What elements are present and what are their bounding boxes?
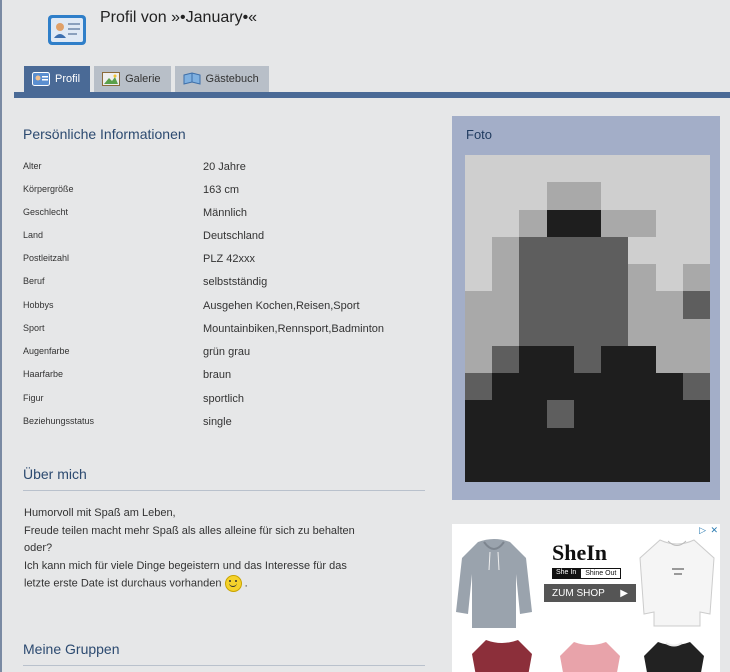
info-row: Geschlecht Männlich xyxy=(23,207,443,227)
guestbook-icon xyxy=(183,72,201,85)
close-icon[interactable]: ✕ xyxy=(710,525,718,536)
section-title-about: Über mich xyxy=(23,466,87,482)
profile-card-icon xyxy=(48,15,86,45)
tab-label: Gästebuch xyxy=(205,73,259,85)
info-value: 20 Jahre xyxy=(203,161,246,173)
info-value: Deutschland xyxy=(203,230,265,242)
photo-panel: Foto xyxy=(452,116,720,500)
info-value: Mountainbiken,Rennsport,Badminton xyxy=(203,323,385,335)
info-label: Geschlecht xyxy=(23,207,69,217)
about-line: Freude teilen macht mehr Spaß als alles … xyxy=(24,524,355,537)
shop-button-label: ZUM SHOP xyxy=(552,587,605,599)
about-line: Ich kann mich für viele Dinge begeistern… xyxy=(24,559,347,572)
info-label: Beziehungsstatus xyxy=(23,416,95,426)
page-left-border xyxy=(0,0,2,672)
sweater-black-image xyxy=(644,642,704,672)
photo-title: Foto xyxy=(466,127,493,142)
about-line: oder? xyxy=(24,542,53,554)
about-line: letzte erste Date ist durchaus vorhanden xyxy=(24,577,222,590)
tab-label: Profil xyxy=(55,73,81,85)
page-title: Profil von »•January•« xyxy=(100,9,258,26)
info-row: Postleitzahl PLZ 42xxx xyxy=(23,253,443,273)
sweater-white-image xyxy=(639,539,715,627)
info-label: Beruf xyxy=(23,276,45,286)
info-row: Haarfarbe braun xyxy=(23,369,443,389)
profile-photo-pixelated[interactable] xyxy=(465,155,710,482)
about-line: Humorvoll mit Spaß am Leben, xyxy=(24,507,176,519)
info-value: grün grau xyxy=(203,346,251,358)
info-label: Figur xyxy=(23,393,44,403)
info-row: Alter 20 Jahre xyxy=(23,161,443,181)
info-row: Augenfarbe grün grau xyxy=(23,346,443,366)
tagline-left: She In xyxy=(552,568,581,579)
gallery-icon xyxy=(102,72,121,86)
info-row: Sport Mountainbiken,Rennsport,Badminton xyxy=(23,323,443,343)
profile-icon xyxy=(32,72,50,86)
ad-choices-icon[interactable]: ▷ xyxy=(699,525,706,536)
info-value: braun xyxy=(203,369,232,381)
info-value: Ausgehen Kochen,Reisen,Sport xyxy=(203,300,360,312)
info-label: Sport xyxy=(23,323,45,333)
section-divider xyxy=(23,490,425,491)
tab-gaestebuch[interactable]: Gästebuch xyxy=(174,66,269,92)
info-label: Hobbys xyxy=(23,300,54,310)
info-value: sportlich xyxy=(203,393,244,405)
about-line-end: . xyxy=(241,577,248,590)
info-label: Alter xyxy=(23,161,42,171)
info-value: 163 cm xyxy=(203,184,240,196)
section-divider xyxy=(23,665,425,666)
shein-tagline: She In Shine Out xyxy=(552,568,622,579)
play-arrow-icon: ▶ xyxy=(620,587,628,599)
tab-underline-bar xyxy=(14,92,730,98)
sweater-pink-image xyxy=(560,642,620,672)
about-text: Humorvoll mit Spaß am Leben, Freude teil… xyxy=(24,505,404,593)
info-row: Figur sportlich xyxy=(23,393,443,413)
info-row: Körpergröße 163 cm xyxy=(23,184,443,204)
tab-galerie[interactable]: Galerie xyxy=(94,66,171,92)
tagline-right: Shine Out xyxy=(580,568,622,579)
profile-tabs: Profil Galerie Gästebuch xyxy=(24,66,269,92)
about-line-last: letzte erste Date ist durchaus vorhanden… xyxy=(24,575,404,593)
info-row: Beruf selbstständig xyxy=(23,276,443,296)
section-title-personal: Persönliche Informationen xyxy=(23,126,186,142)
smiley-icon xyxy=(224,575,242,592)
info-label: Körpergröße xyxy=(23,184,74,194)
info-value: Männlich xyxy=(203,207,248,219)
info-row: Hobbys Ausgehen Kochen,Reisen,Sport xyxy=(23,300,443,320)
info-value: PLZ 42xxx xyxy=(203,253,255,265)
info-value: selbstständig xyxy=(203,276,268,288)
info-label: Haarfarbe xyxy=(23,369,64,379)
advertisement-banner[interactable]: ▷ ✕ SheIn She In Shine Out ZUM SHOP ▶ xyxy=(452,524,720,672)
info-value: single xyxy=(203,416,232,428)
info-label: Augenfarbe xyxy=(23,346,70,356)
shein-logo: SheIn xyxy=(552,540,608,565)
sweater-burgundy-image xyxy=(472,640,532,672)
hoodie-grey-image xyxy=(456,539,532,628)
info-label: Postleitzahl xyxy=(23,253,70,263)
profile-header: Profil von »•January•« xyxy=(0,0,730,64)
tab-label: Galerie xyxy=(125,73,161,85)
shop-now-button[interactable]: ZUM SHOP ▶ xyxy=(544,584,636,602)
info-row: Beziehungsstatus single xyxy=(23,416,443,436)
section-title-groups: Meine Gruppen xyxy=(23,641,120,657)
info-label: Land xyxy=(23,230,44,240)
info-row: Land Deutschland xyxy=(23,230,443,250)
tab-profil[interactable]: Profil xyxy=(24,66,91,92)
